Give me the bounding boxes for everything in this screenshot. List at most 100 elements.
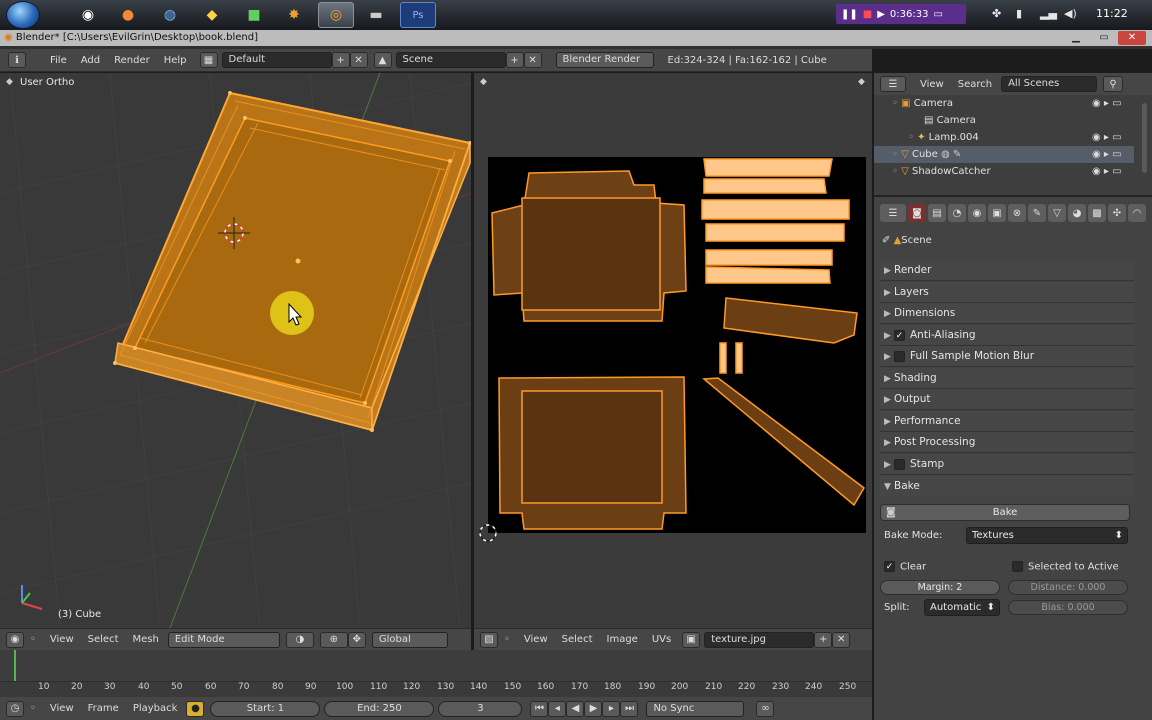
motion-blur-checkbox[interactable] <box>894 350 905 362</box>
close-button[interactable]: ✕ <box>1118 31 1146 45</box>
current-frame-field[interactable]: 3 <box>438 700 523 717</box>
outliner[interactable]: ☰ View Search All Scenes ⚲ ◦ ▣ Camera ◉ … <box>874 73 1152 197</box>
link-icon[interactable]: ∞ <box>756 700 775 717</box>
scene-tab-icon[interactable]: ◔ <box>948 204 966 222</box>
firefox-icon[interactable]: ● <box>110 2 146 28</box>
view3d-menu-select[interactable]: Select <box>88 634 119 645</box>
remove-scene-icon[interactable]: ✕ <box>523 52 542 68</box>
outliner-item-shadowcatcher[interactable]: ◦ ▽ ShadowCatcher ◉ ▸ ▭ <box>874 163 1134 180</box>
constraints-tab-icon[interactable]: ⊗ <box>1008 204 1026 222</box>
jump-end-icon[interactable]: ⏭ <box>620 700 639 717</box>
volume-icon[interactable]: ◀) <box>1064 7 1077 20</box>
add-scene-icon[interactable]: + <box>505 52 524 68</box>
image-fake-user-icon[interactable]: + <box>814 631 833 648</box>
view3d-editor-icon[interactable]: ◉ <box>6 631 24 648</box>
image-unlink-icon[interactable]: ✕ <box>832 631 851 648</box>
keying-icon[interactable]: ● <box>186 700 205 717</box>
panel-bake[interactable]: ▼ Bake <box>880 476 1134 497</box>
next-key-icon[interactable]: ▸ <box>602 700 621 717</box>
texture-tab-icon[interactable]: ▩ <box>1088 204 1106 222</box>
uv-image-editor[interactable]: ◆ ◆ <box>474 73 872 628</box>
menu-help[interactable]: Help <box>164 55 187 66</box>
timeline-menu-playback[interactable]: Playback <box>133 703 178 714</box>
chrome-icon[interactable]: ◉ <box>70 2 106 28</box>
render-tab-icon[interactable]: ◙ <box>908 204 926 222</box>
outliner-scrollbar[interactable] <box>1142 103 1147 173</box>
scene-icon[interactable]: ▲ <box>373 52 392 68</box>
header-dot-icon[interactable]: ◦ <box>30 634 36 645</box>
expand-icon[interactable]: ◦ <box>892 98 898 109</box>
uv-menu-image[interactable]: Image <box>607 634 638 645</box>
menu-file[interactable]: File <box>50 55 67 66</box>
mode-select[interactable]: Edit Mode <box>167 631 280 648</box>
image-name-field[interactable]: texture.jpg <box>704 631 815 648</box>
recorder-bar[interactable]: ❚❚ ■ ▶ 0:36:33 ▭ <box>836 4 966 24</box>
timeline-menu-frame[interactable]: Frame <box>88 703 119 714</box>
manipulator-icon[interactable]: ✥ <box>347 631 366 648</box>
expand-icon[interactable]: ◦ <box>908 132 914 143</box>
expand-icon[interactable]: ◦ <box>892 149 898 160</box>
selected-to-active-option[interactable]: Selected to Active <box>1012 561 1119 573</box>
app-dark-icon[interactable]: ▬ <box>358 2 394 28</box>
network-icon[interactable]: ✤ <box>992 7 1001 20</box>
outliner-editor-icon[interactable]: ☰ <box>880 76 906 92</box>
bing-icon[interactable]: ◆ <box>194 2 230 28</box>
book-cube-mesh[interactable] <box>113 91 471 432</box>
settings-app-icon[interactable]: ✸ <box>276 2 312 28</box>
panel-shading[interactable]: ▶ Shading <box>880 368 1134 389</box>
properties-editor-icon[interactable]: ☰ <box>880 204 906 222</box>
expand-icon[interactable]: ◦ <box>892 166 898 177</box>
clear-option[interactable]: ✓ Clear <box>884 561 926 573</box>
outliner-filter-select[interactable]: All Scenes <box>1001 76 1098 92</box>
visibility-icons[interactable]: ◉ ▸ ▭ <box>1092 163 1122 180</box>
shading-icon[interactable]: ◑ <box>285 631 314 648</box>
bake-button[interactable]: ◙ Bake <box>880 504 1130 521</box>
play-icon[interactable]: ▶ <box>877 9 885 20</box>
viewport-canvas[interactable] <box>0 73 471 628</box>
panel-layers[interactable]: ▶ Layers <box>880 282 1134 303</box>
render-engine-select[interactable]: Blender Render <box>555 52 654 68</box>
maximize-button[interactable]: ▭ <box>1090 31 1118 45</box>
visibility-icons[interactable]: ◉ ▸ ▭ <box>1092 146 1122 163</box>
data-tab-icon[interactable]: ▽ <box>1048 204 1066 222</box>
timeline-dot-icon[interactable]: ◦ <box>30 703 36 714</box>
start-button[interactable] <box>6 1 40 29</box>
view3d-menu-mesh[interactable]: Mesh <box>133 634 159 645</box>
orientation-select[interactable]: Global <box>371 631 448 648</box>
outliner-item-lamp[interactable]: ◦ ✦ Lamp.004 ◉ ▸ ▭ <box>874 129 1134 146</box>
modifiers-tab-icon[interactable]: ✎ <box>1028 204 1046 222</box>
split-select[interactable]: Automatic ⬍ <box>924 599 1000 616</box>
bias-field[interactable]: Bias: 0.000 <box>1008 600 1128 615</box>
play-icon[interactable]: ▶ <box>584 700 603 717</box>
bake-mode-select[interactable]: Textures ⬍ <box>966 527 1128 544</box>
timeline-editor-icon[interactable]: ◷ <box>6 700 24 717</box>
info-editor-icon[interactable]: ℹ <box>8 52 26 68</box>
world-tab-icon[interactable]: ◉ <box>968 204 986 222</box>
uv-menu-view[interactable]: View <box>524 634 548 645</box>
3d-viewport[interactable]: User Ortho (3) Cube ◆ <box>0 73 471 628</box>
menu-render[interactable]: Render <box>114 55 150 66</box>
outliner-item-camera[interactable]: ◦ ▣ Camera ◉ ▸ ▭ <box>874 95 1134 112</box>
selected-to-active-checkbox[interactable] <box>1012 561 1023 572</box>
image-browse-icon[interactable]: ▣ <box>682 631 701 648</box>
panel-stamp[interactable]: ▶ Stamp <box>880 454 1134 475</box>
panel-render[interactable]: ▶ Render <box>880 260 1134 281</box>
view3d-menu-view[interactable]: View <box>50 634 74 645</box>
physics-tab-icon[interactable]: ◠ <box>1128 204 1146 222</box>
menu-add[interactable]: Add <box>81 55 100 66</box>
material-tab-icon[interactable]: ◕ <box>1068 204 1086 222</box>
particles-tab-icon[interactable]: ✣ <box>1108 204 1126 222</box>
outliner-item-cube[interactable]: ◦ ▽ Cube ◍ ✎ ◉ ▸ ▭ <box>874 146 1134 163</box>
visibility-icons[interactable]: ◉ ▸ ▭ <box>1092 95 1122 112</box>
scene-field[interactable]: Scene <box>395 52 506 68</box>
minimize-button[interactable]: ▁ <box>1062 31 1090 45</box>
photoshop-icon[interactable]: Ps <box>400 2 436 28</box>
uv-menu-select[interactable]: Select <box>562 634 593 645</box>
panel-anti-aliasing[interactable]: ▶ ✓ Anti-Aliasing <box>880 325 1134 346</box>
globe-icon[interactable]: ◍ <box>152 2 188 28</box>
clear-checkbox[interactable]: ✓ <box>884 561 895 572</box>
remove-screen-icon[interactable]: ✕ <box>349 52 368 68</box>
pivot-icon[interactable]: ⊕ <box>319 631 348 648</box>
jump-start-icon[interactable]: ⏮ <box>530 700 549 717</box>
screen-layout-field[interactable]: Default <box>221 52 332 68</box>
